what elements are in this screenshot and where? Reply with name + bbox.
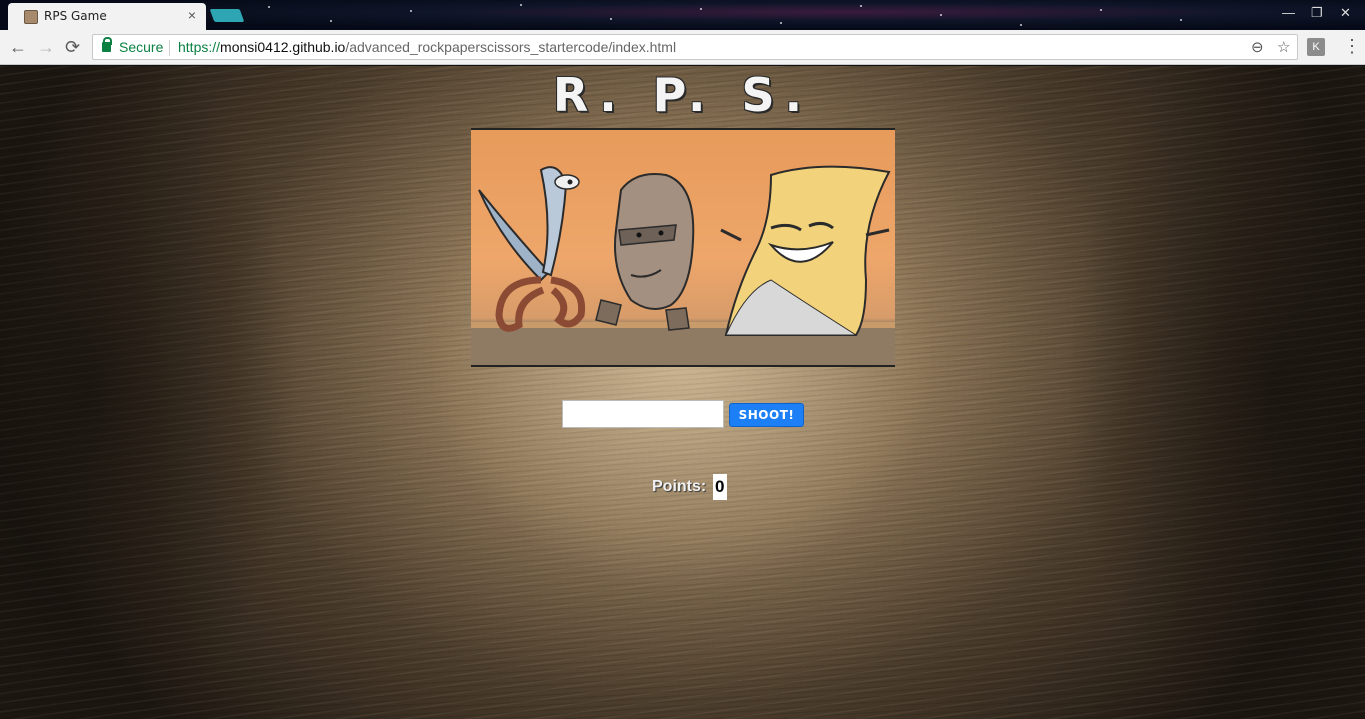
url-path: /advanced_rockpaperscissors_startercode/… — [345, 39, 677, 55]
browser-menu-icon[interactable]: ⋮ — [1343, 35, 1361, 57]
tab-favicon-icon — [24, 10, 38, 24]
background-shadow-left — [0, 66, 300, 719]
background-shadow-right — [1065, 66, 1365, 719]
reload-icon[interactable]: ⟳ — [65, 37, 80, 57]
zoom-icon[interactable]: ⊖ — [1251, 38, 1264, 56]
scissors-character-icon — [478, 166, 586, 332]
address-divider — [169, 40, 170, 56]
lock-icon — [102, 37, 112, 52]
points-display: Points: 0 — [652, 474, 727, 500]
address-bar[interactable]: Secure https://monsi0412.github.io/advan… — [92, 34, 1298, 60]
bookmark-star-icon[interactable]: ☆ — [1277, 38, 1290, 56]
rock-paper-scissors-illustration — [471, 165, 895, 365]
tab-close-icon[interactable]: × — [188, 8, 196, 22]
browser-toolbar: ← → ⟳ Secure https://monsi0412.github.io… — [0, 30, 1365, 65]
paper-character-icon — [720, 165, 891, 336]
forward-arrow-icon[interactable]: → — [37, 37, 55, 57]
minimize-icon[interactable]: — — [1282, 6, 1295, 20]
back-arrow-icon[interactable]: ← — [9, 37, 27, 57]
page-logo: R. P. S. — [552, 68, 813, 122]
url-text[interactable]: https://monsi0412.github.io/advanced_roc… — [178, 39, 676, 55]
points-label: Points: — [652, 478, 707, 495]
window-close-icon[interactable]: ✕ — [1340, 6, 1351, 20]
url-host: monsi0412.github.io — [220, 39, 346, 55]
shoot-button[interactable]: SHOOT! — [729, 403, 804, 427]
extension-icon[interactable]: K — [1307, 38, 1325, 56]
hero-illustration — [471, 128, 895, 367]
points-value: 0 — [712, 474, 727, 500]
page-background: R. P. S. SHOOT! Points: 0 — [0, 66, 1365, 719]
url-scheme: https:// — [178, 39, 221, 55]
restore-icon[interactable]: ❐ — [1311, 6, 1323, 20]
choice-input[interactable] — [562, 400, 724, 428]
tab-title: RPS Game — [44, 9, 107, 23]
secure-label: Secure — [119, 39, 164, 55]
rock-character-icon — [595, 173, 695, 331]
new-tab-button[interactable] — [209, 9, 245, 22]
browser-tab-strip: RPS Game × — ❐ ✕ — [0, 0, 1365, 30]
browser-tab[interactable]: RPS Game × — [8, 3, 206, 30]
